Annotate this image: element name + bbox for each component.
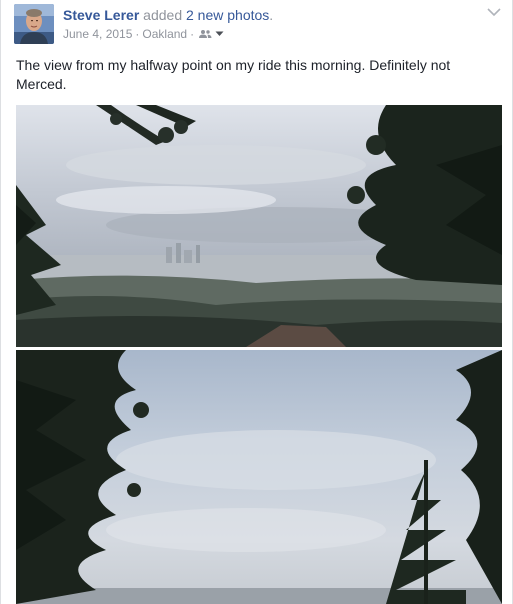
chevron-down-icon[interactable] — [486, 6, 502, 18]
location-link[interactable]: Oakland — [142, 26, 187, 42]
author-name-link[interactable]: Steve Lerer — [63, 7, 139, 23]
friends-icon — [199, 30, 212, 38]
caret-down-icon — [215, 31, 224, 36]
headline-period: . — [269, 7, 274, 23]
post-text: The view from my halfway point on my rid… — [16, 57, 451, 92]
post-photo-1[interactable] — [16, 105, 502, 347]
post-meta: Steve Lerer added 2 new photos. June 4, … — [63, 4, 273, 42]
post-subline: June 4, 2015 · Oakland · — [63, 26, 273, 42]
post-card: Steve Lerer added 2 new photos. June 4, … — [0, 0, 513, 604]
photos-link[interactable]: 2 new photos — [186, 7, 269, 23]
separator-dot: · — [190, 27, 195, 41]
action-text: added — [143, 7, 183, 23]
author-avatar[interactable] — [14, 4, 54, 44]
post-date-link[interactable]: June 4, 2015 — [63, 26, 132, 42]
post-header: Steve Lerer added 2 new photos. June 4, … — [14, 4, 273, 46]
separator-dot: · — [135, 27, 140, 41]
audience-selector[interactable] — [199, 29, 224, 39]
post-photo-2[interactable] — [16, 350, 502, 604]
post-headline: Steve Lerer added 2 new photos. — [63, 6, 273, 24]
